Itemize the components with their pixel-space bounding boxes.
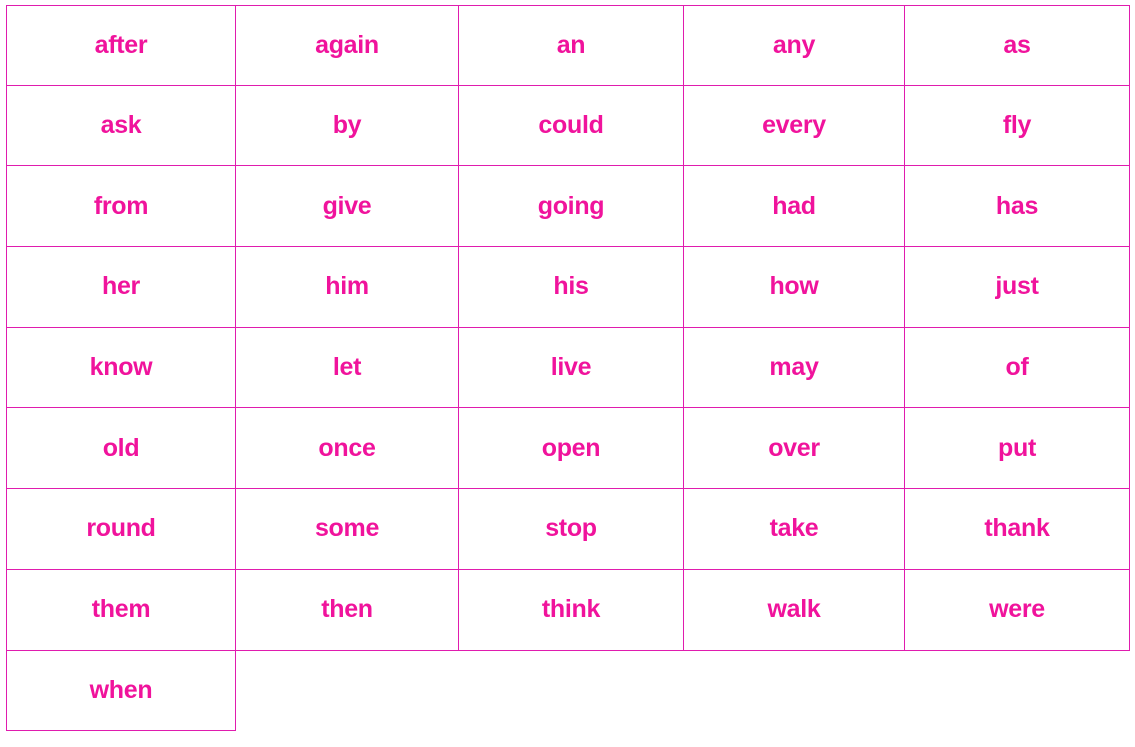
word-cell: any — [684, 5, 905, 86]
word-cell: going — [459, 166, 684, 248]
word-cell: as — [905, 5, 1130, 86]
word-cell: again — [236, 5, 459, 86]
word-cell: thank — [905, 489, 1130, 570]
word-cell: an — [459, 5, 684, 86]
word-cell: fly — [905, 85, 1130, 167]
word-cell: some — [236, 489, 459, 570]
word-cell: when — [6, 650, 236, 732]
word-cell: then — [236, 569, 459, 651]
word-cell: live — [459, 327, 684, 409]
word-cell: let — [236, 327, 459, 409]
word-cell: ask — [6, 85, 236, 167]
word-cell: how — [684, 247, 905, 328]
word-cell: his — [459, 247, 684, 328]
word-cell: over — [684, 408, 905, 490]
word-cell: round — [6, 489, 236, 570]
word-cell: him — [236, 247, 459, 328]
word-cell: once — [236, 408, 459, 490]
word-cell: of — [905, 327, 1130, 409]
word-cell: them — [6, 569, 236, 651]
sight-word-grid: after again an any as ask by could every fly from g… — [6, 5, 1130, 732]
word-cell: just — [905, 247, 1130, 328]
word-cell: after — [6, 5, 236, 86]
word-cell: from — [6, 166, 236, 248]
word-cell: take — [684, 489, 905, 570]
word-cell: think — [459, 569, 684, 651]
word-cell: old — [6, 408, 236, 490]
word-cell: may — [684, 327, 905, 409]
word-cell: stop — [459, 489, 684, 570]
word-cell: walk — [684, 569, 905, 651]
word-cell: open — [459, 408, 684, 490]
word-cell: by — [236, 85, 459, 167]
word-cell: had — [684, 166, 905, 248]
word-cell: her — [6, 247, 236, 328]
word-cell: could — [459, 85, 684, 167]
word-cell: every — [684, 85, 905, 167]
word-cell: know — [6, 327, 236, 409]
word-cell: put — [905, 408, 1130, 490]
word-cell: were — [905, 569, 1130, 651]
word-cell: give — [236, 166, 459, 248]
word-cell: has — [905, 166, 1130, 248]
